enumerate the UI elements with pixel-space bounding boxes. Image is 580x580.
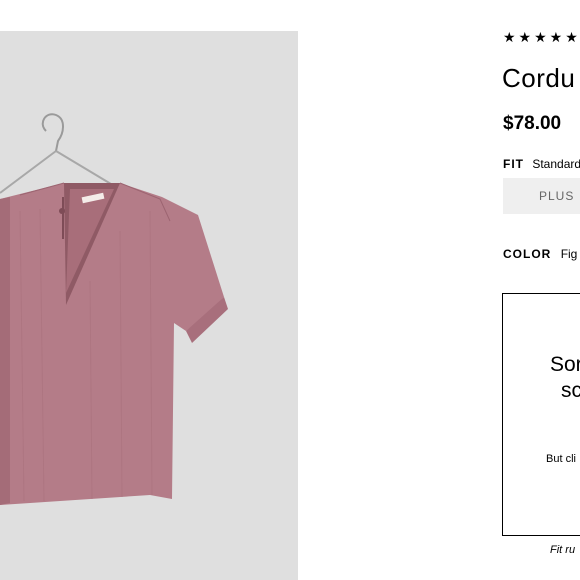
fit-selector: FIT Standard xyxy=(503,156,580,172)
size-panel: Sor sc But cli xyxy=(502,293,580,536)
rating-stars[interactable]: ★★★★★ xyxy=(503,30,580,46)
panel-heading-continued: sc xyxy=(561,379,580,402)
fit-label: FIT xyxy=(503,157,524,171)
fit-note: Fit ru xyxy=(550,544,576,556)
star-icon: ★★★★★ xyxy=(503,30,580,46)
fit-value: Standard xyxy=(532,157,580,171)
panel-note: But cli xyxy=(546,453,576,465)
color-value: Fig xyxy=(560,247,578,261)
product-image[interactable] xyxy=(0,31,298,580)
color-label: COLOR xyxy=(503,247,552,261)
product-price: $78.00 xyxy=(503,113,562,134)
product-title: Cordu xyxy=(502,63,576,93)
fit-option-plus-button[interactable]: PLUS xyxy=(503,178,580,214)
color-selector: COLOR Fig xyxy=(503,246,577,262)
shirt-on-hanger-image xyxy=(0,113,228,505)
panel-heading: Sor xyxy=(550,353,580,376)
